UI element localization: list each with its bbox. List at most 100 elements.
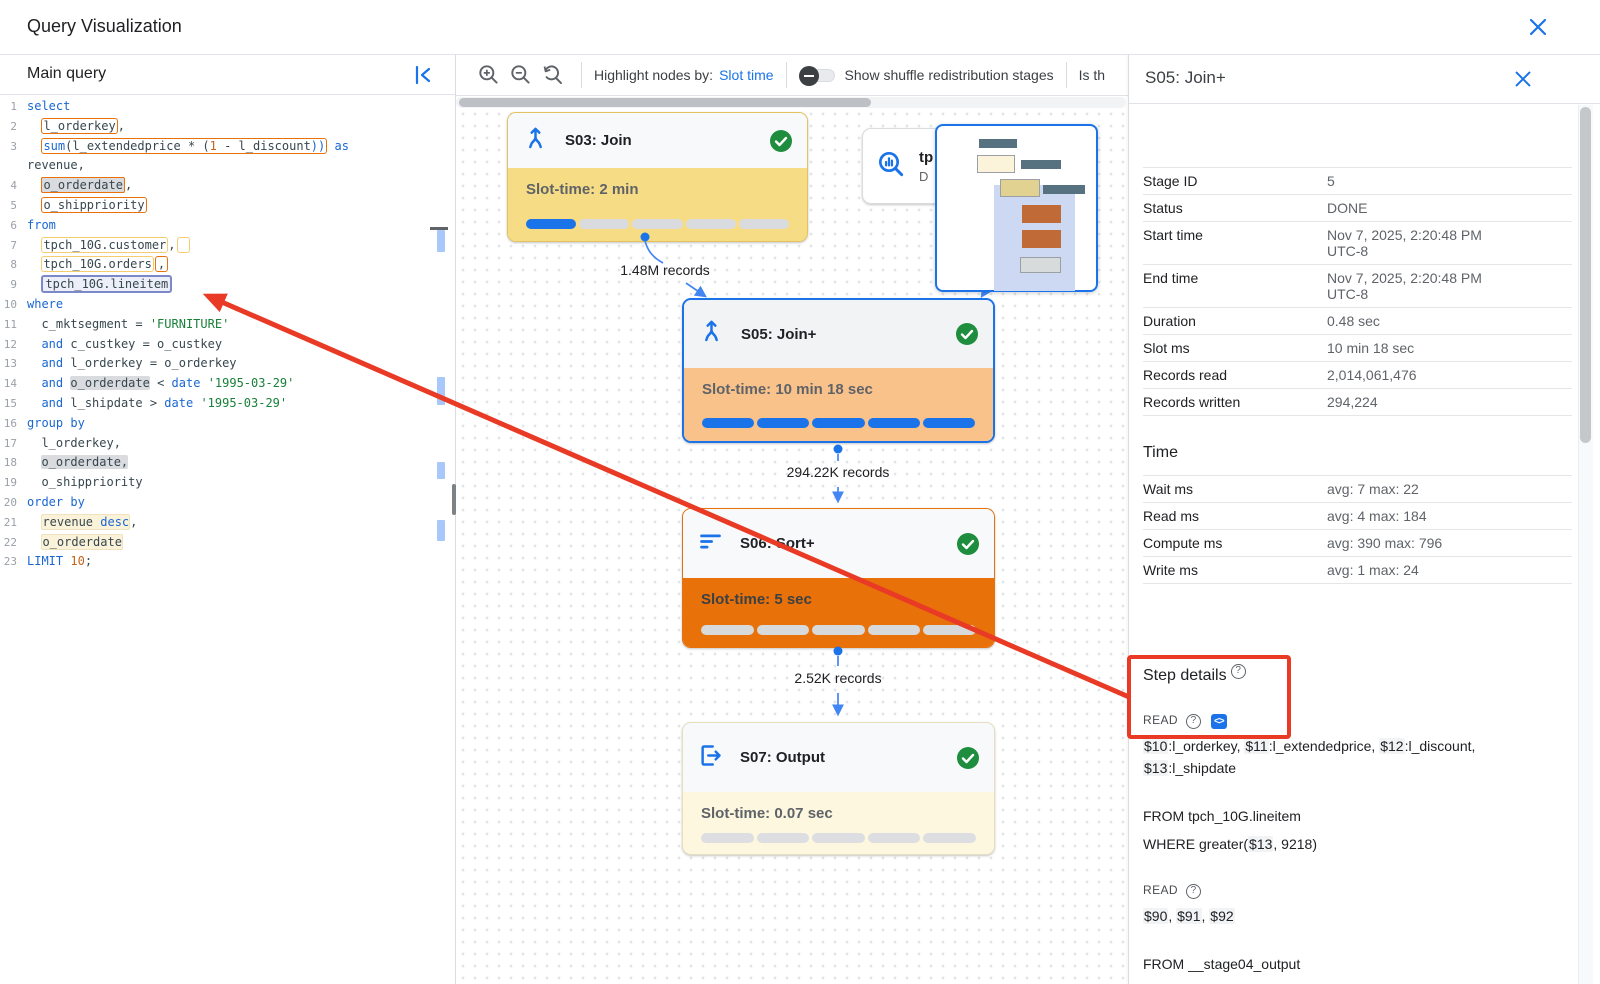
line-number: [0, 156, 17, 176]
step-detail-text: $10:l_orderkey, $11:l_extendedprice, $12…: [1143, 735, 1572, 779]
progress-segment: [757, 833, 810, 843]
minimap-node: [1000, 179, 1040, 197]
line-number: 16: [0, 414, 17, 434]
detail-row: Stage ID5: [1143, 168, 1572, 195]
sql-code: o_orderdate,: [17, 453, 128, 473]
dag-minimap[interactable]: [935, 124, 1098, 292]
output-icon: [697, 742, 724, 774]
node-header: S05: Join+: [684, 300, 993, 368]
highlight-nodes-select[interactable]: Slot time: [719, 67, 773, 83]
sql-code: revenue,: [17, 156, 85, 176]
line-number: 14: [0, 374, 17, 394]
sql-line: 3 sum(l_extendedprice * (1 - l_discount)…: [0, 137, 455, 157]
progress-segment: [739, 219, 789, 229]
graph-hscrollbar-thumb[interactable]: [459, 98, 871, 107]
panel-title: Main query: [27, 65, 106, 83]
line-number: 6: [0, 216, 17, 236]
sql-line: 10where: [0, 295, 455, 315]
zoom-in-icon[interactable]: [476, 62, 502, 88]
stage-node-s07[interactable]: S07: Output Slot-time: 0.07 sec: [682, 722, 995, 855]
line-number: 15: [0, 394, 17, 414]
sql-code: where: [17, 295, 63, 315]
detail-label: Records written: [1143, 394, 1327, 410]
sql-line: 20order by: [0, 493, 455, 513]
check-icon: [955, 322, 979, 346]
sql-line: 8 tpch_10G.orders,: [0, 255, 455, 275]
minimap-node: [1022, 230, 1061, 248]
line-number: 23: [0, 552, 17, 572]
code-editor[interactable]: 1select2 l_orderkey,3 sum(l_extendedpric…: [0, 97, 455, 572]
sql-line: 7 tpch_10G.customer,: [0, 236, 455, 256]
progress-segment: [701, 833, 754, 843]
detail-row: Read msavg: 4 max: 184: [1143, 503, 1572, 530]
progress-segment: [526, 219, 576, 229]
step-operation-label: READ: [1143, 713, 1178, 727]
progress-bar: [526, 219, 789, 229]
detail-value: 294,224: [1327, 394, 1519, 410]
detail-value: DONE: [1327, 200, 1519, 216]
zoom-reset-icon[interactable]: [540, 62, 566, 88]
detail-row: StatusDONE: [1143, 195, 1572, 222]
progress-segment: [686, 219, 736, 229]
zoom-out-icon[interactable]: [508, 62, 534, 88]
stage-detail-table: Stage ID5StatusDONE Start timeNov 7, 2025…: [1143, 167, 1572, 416]
step-operation-row: READ?: [1143, 881, 1572, 899]
sql-line: 18 o_orderdate,: [0, 453, 455, 473]
sql-code: o_shippriority: [17, 196, 147, 216]
sql-line: revenue,: [0, 156, 455, 176]
detail-label: Read ms: [1143, 508, 1327, 524]
progress-segment: [923, 418, 975, 428]
shuffle-stages-toggle[interactable]: [801, 69, 835, 82]
sql-line: 5 o_shippriority: [0, 196, 455, 216]
sql-code: o_shippriority: [17, 473, 143, 493]
highlight-nodes-label: Highlight nodes by:: [594, 67, 713, 83]
step-operation-row: READ? <>: [1143, 711, 1572, 729]
stage-node-s03[interactable]: S03: Join Slot-time: 2 min: [507, 112, 808, 242]
progress-segment: [757, 418, 809, 428]
sql-code: order by: [17, 493, 85, 513]
sql-code: group by: [17, 414, 85, 434]
detail-value: Nov 7, 2025, 2:20:48 PM UTC-8: [1327, 227, 1519, 259]
sql-code: and o_orderdate < date '1995-03-29': [17, 374, 294, 394]
detail-label: Records read: [1143, 367, 1327, 383]
close-icon[interactable]: [1526, 15, 1550, 39]
toolbar-separator: [786, 62, 787, 88]
minimap-node: [1043, 185, 1085, 194]
progress-segment: [868, 418, 920, 428]
detail-label: Slot ms: [1143, 340, 1327, 356]
sql-line: 14 and o_orderdate < date '1995-03-29': [0, 374, 455, 394]
main-query-header: Main query: [0, 55, 455, 95]
step-details-heading-text: Step details: [1143, 667, 1227, 684]
detail-row: Records read2,014,061,476: [1143, 362, 1572, 389]
sql-line: 19 o_shippriority: [0, 473, 455, 493]
detail-label: Duration: [1143, 313, 1327, 329]
code-icon[interactable]: <>: [1211, 714, 1227, 729]
stage-node-s06[interactable]: S06: Sort+ Slot-time: 5 sec: [682, 508, 995, 648]
toolbar-separator: [581, 62, 582, 88]
help-icon[interactable]: ?: [1186, 884, 1201, 899]
sql-code: and l_orderkey = o_orderkey: [17, 354, 237, 374]
details-scrollbar-thumb[interactable]: [1580, 107, 1591, 443]
line-number: 10: [0, 295, 17, 315]
line-number: 8: [0, 255, 17, 275]
toolbar-separator: [1066, 62, 1067, 88]
sql-code: o_orderdate,: [17, 176, 132, 196]
minimap-node: [1020, 257, 1061, 273]
help-icon[interactable]: ?: [1231, 664, 1246, 679]
panel-close-icon[interactable]: [1512, 68, 1534, 90]
line-number: 9: [0, 275, 17, 295]
stage-node-s05[interactable]: S05: Join+ Slot-time: 10 min 18 sec: [682, 298, 995, 443]
detail-row: Slot ms10 min 18 sec: [1143, 335, 1572, 362]
detail-value: 0.48 sec: [1327, 313, 1519, 329]
page-title: Query Visualization: [27, 16, 182, 37]
help-icon[interactable]: ?: [1186, 714, 1201, 729]
line-number: 22: [0, 533, 17, 553]
sql-line: 15 and l_shipdate > date '1995-03-29': [0, 394, 455, 414]
line-number: 3: [0, 137, 17, 157]
sql-code: select: [17, 97, 70, 117]
detail-label: Start time: [1143, 227, 1327, 259]
progress-segment: [812, 833, 865, 843]
panel-resize-handle[interactable]: [452, 484, 456, 515]
ruler-mark: [437, 377, 445, 405]
collapse-panel-icon[interactable]: [411, 63, 435, 87]
